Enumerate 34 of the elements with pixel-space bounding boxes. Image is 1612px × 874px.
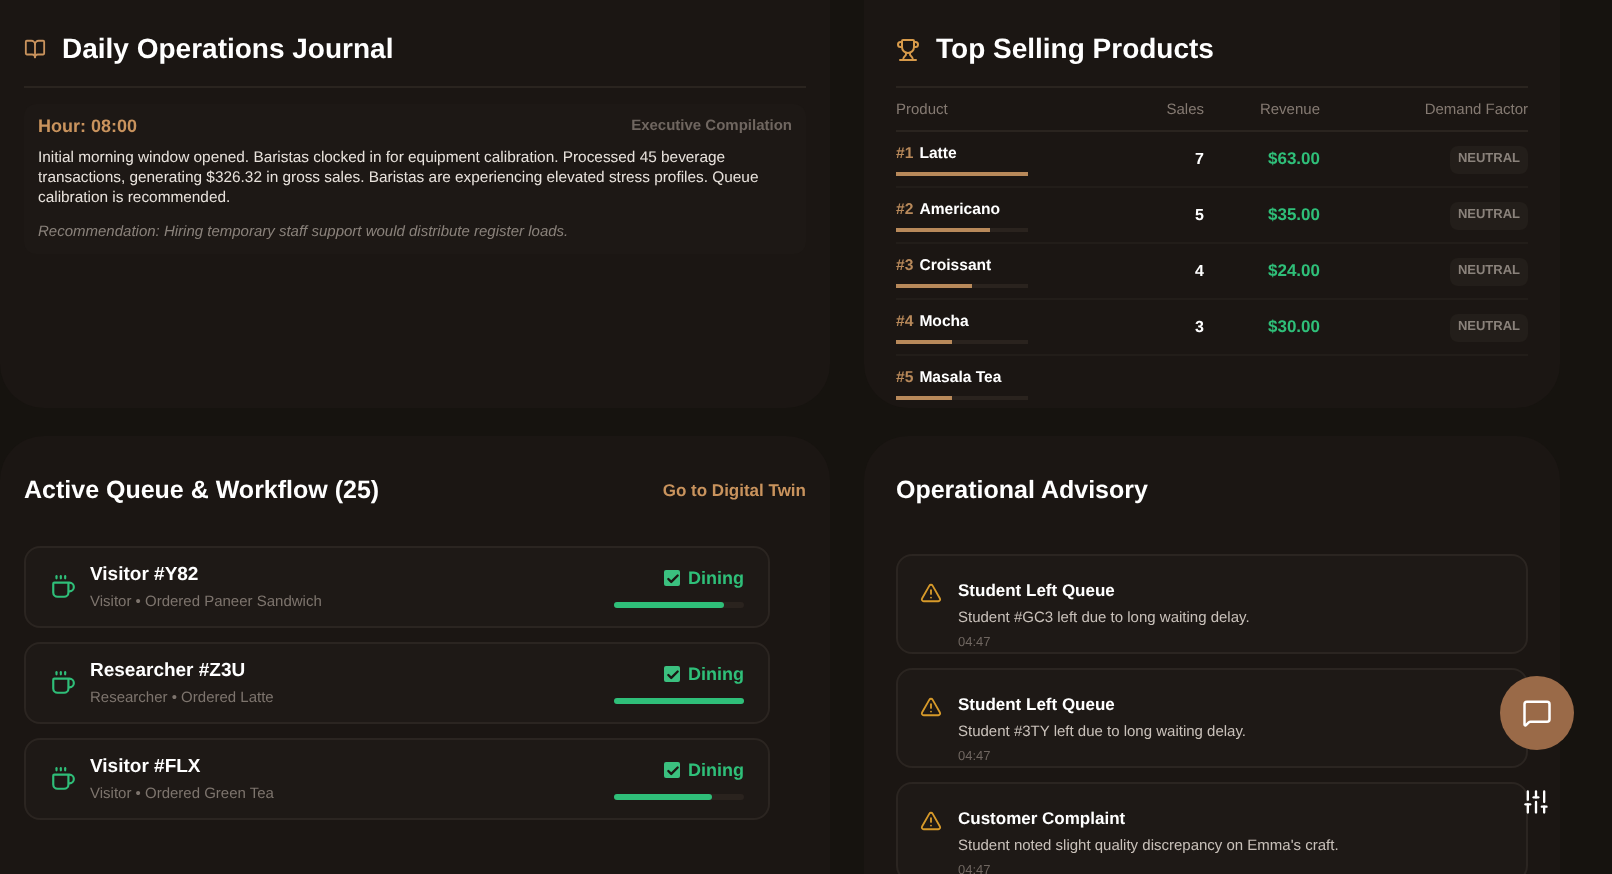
trophy-icon bbox=[896, 37, 920, 61]
visitor-name: Researcher #Z3U bbox=[90, 657, 248, 685]
revenue-cell-text: $30.00 bbox=[1266, 314, 1320, 341]
card-title: Active Queue & Workflow (25) bbox=[24, 474, 380, 508]
card-title: Operational Advisory bbox=[896, 474, 1150, 508]
chat-icon bbox=[1522, 698, 1552, 728]
digital-twin-link[interactable]: Go to Digital Twin bbox=[662, 478, 806, 504]
settings-button[interactable] bbox=[1520, 786, 1552, 818]
sliders-icon bbox=[1522, 788, 1550, 816]
revenue-cell-text: $63.00 bbox=[1266, 146, 1320, 173]
status-label: Dining bbox=[688, 757, 744, 784]
advisory-title: Student Left Queue bbox=[958, 691, 1117, 717]
warning-icon bbox=[920, 809, 942, 832]
status-label: Dining bbox=[688, 565, 744, 592]
visitor-name: Visitor #Y82 bbox=[90, 561, 201, 589]
sales-cell-text: 4 bbox=[1193, 259, 1204, 284]
advisory-title: Customer Complaint bbox=[958, 805, 1128, 831]
card-title: Top Selling Products bbox=[936, 30, 1214, 68]
sales-cell-text: 7 bbox=[1193, 147, 1204, 172]
coffee-cup-icon bbox=[50, 573, 76, 600]
warning-icon bbox=[920, 581, 942, 604]
sales-cell-text: 5 bbox=[1193, 203, 1204, 228]
warning-icon bbox=[920, 695, 942, 718]
sales-cell-text: 3 bbox=[1193, 315, 1204, 340]
entry-hour: Hour: 08:00 bbox=[38, 114, 138, 140]
book-icon bbox=[24, 38, 46, 60]
visitor-name: Visitor #FLX bbox=[90, 753, 203, 781]
status-label: Dining bbox=[688, 661, 744, 688]
coffee-cup-icon bbox=[50, 765, 76, 792]
advisory-title: Student Left Queue bbox=[958, 577, 1117, 603]
revenue-cell-text: $24.00 bbox=[1266, 258, 1320, 285]
card-title: Daily Operations Journal bbox=[62, 30, 394, 68]
coffee-cup-icon bbox=[50, 669, 76, 696]
revenue-cell-text: $35.00 bbox=[1266, 202, 1320, 229]
